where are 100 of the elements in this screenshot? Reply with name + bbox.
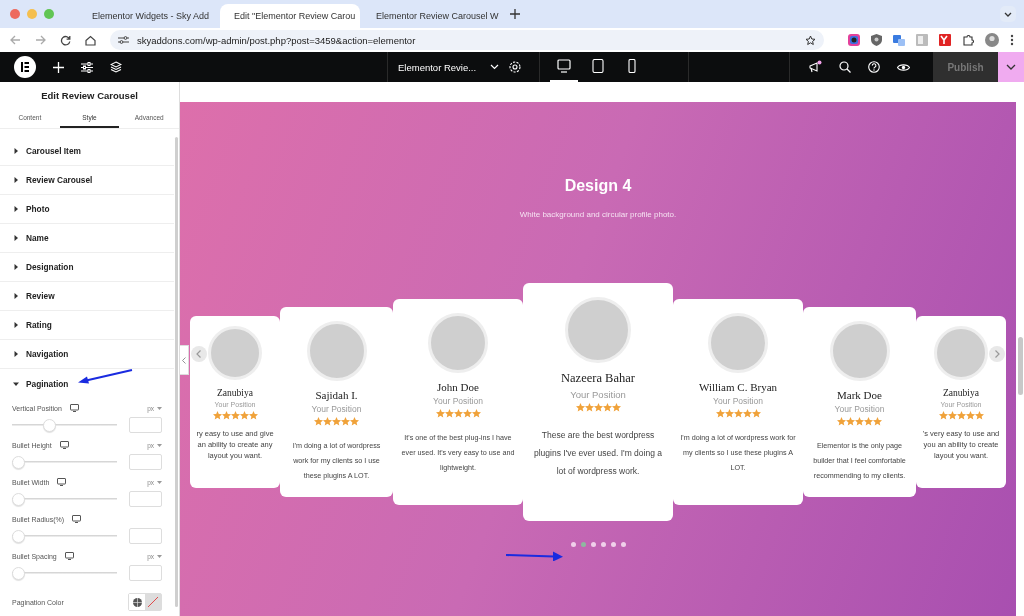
caret-icon — [13, 351, 19, 357]
reload-icon[interactable] — [60, 34, 71, 46]
add-icon[interactable] — [53, 61, 64, 73]
star-icon — [837, 417, 846, 426]
pagination-dot[interactable] — [620, 542, 626, 547]
shield-icon[interactable] — [871, 34, 882, 46]
number-input[interactable] — [129, 528, 162, 544]
star-icon — [221, 411, 231, 420]
next-arrow-button[interactable] — [989, 346, 1005, 362]
section-header[interactable]: Review Carousel — [0, 166, 174, 195]
megaphone-icon[interactable] — [808, 60, 822, 74]
slider-thumb[interactable] — [12, 492, 25, 506]
number-input[interactable] — [129, 454, 162, 470]
star-icon — [575, 403, 585, 412]
section-header[interactable]: Carousel Item — [0, 137, 174, 166]
caret-icon — [1006, 64, 1016, 70]
number-input[interactable] — [129, 565, 162, 581]
star-icon — [462, 409, 472, 418]
star-icon — [724, 409, 734, 418]
section-header[interactable]: Review — [0, 282, 174, 311]
section-heading: Design 4 — [564, 177, 632, 195]
tablet-icon — [591, 59, 606, 73]
slider-thumb[interactable] — [43, 418, 57, 432]
settings-sliders-icon[interactable] — [81, 61, 93, 73]
address-field[interactable]: skyaddons.com/wp-admin/post.php?post=3459&action=elementor — [110, 30, 824, 50]
chevron-left-icon — [182, 356, 186, 364]
star-icon — [230, 411, 240, 420]
reviewer-position: Your Position — [570, 389, 626, 400]
publish-options-button[interactable] — [998, 52, 1024, 82]
profile-photo-placeholder — [934, 326, 988, 380]
section-header[interactable]: Pagination — [0, 369, 174, 398]
search-icon[interactable] — [839, 61, 851, 73]
pagination-dot[interactable] — [570, 542, 576, 547]
layers-icon[interactable] — [110, 61, 122, 73]
more-menu-icon[interactable] — [1010, 34, 1014, 46]
desktop-icon[interactable] — [69, 404, 79, 412]
caret-icon — [157, 443, 162, 447]
star-icon — [239, 411, 249, 420]
star-icon — [611, 403, 621, 412]
star-icon — [314, 417, 323, 426]
collapse-panel-button[interactable] — [180, 345, 189, 375]
help-icon[interactable] — [868, 61, 880, 73]
slider-thumb[interactable] — [12, 455, 25, 469]
pagination-dot[interactable] — [580, 542, 586, 547]
color-picker-button[interactable] — [145, 594, 161, 610]
caret-icon — [157, 554, 162, 558]
preview-eye-icon[interactable] — [897, 62, 910, 72]
page-title-dropdown[interactable]: Elementor Revie... — [388, 61, 510, 73]
puzzle-icon[interactable] — [962, 34, 974, 46]
home-icon[interactable] — [85, 34, 96, 46]
section-header[interactable]: Rating — [0, 311, 174, 340]
settings-icon[interactable] — [509, 61, 522, 73]
panel-title: Edit Review Carousel — [40, 88, 139, 103]
pagination-dot[interactable] — [590, 542, 596, 547]
desktop-icon[interactable] — [72, 515, 82, 523]
number-input[interactable] — [129, 491, 162, 507]
caret-icon — [13, 293, 19, 299]
reviewer-name: Nazeera Bahar — [561, 371, 635, 386]
site-settings-icon[interactable] — [118, 35, 129, 45]
star-icon — [593, 403, 603, 412]
global-colors-button[interactable] — [129, 594, 145, 610]
previous-arrow-button[interactable] — [191, 346, 207, 362]
star-icon — [938, 411, 948, 420]
star-icon — [435, 409, 445, 418]
star-icon — [855, 417, 864, 426]
star-icon — [584, 403, 594, 412]
browser-tab[interactable]: Elementor Review Carousel W — [362, 4, 502, 28]
tab-list-icon[interactable] — [1000, 6, 1016, 22]
section-header[interactable]: Navigation — [0, 340, 174, 369]
star-icon — [471, 409, 481, 418]
avatar-icon[interactable] — [985, 33, 999, 47]
section-header[interactable]: Name — [0, 224, 174, 253]
desktop-icon[interactable] — [59, 441, 69, 449]
caret-icon — [13, 380, 19, 387]
number-input[interactable] — [129, 417, 162, 433]
bookmark-star-icon[interactable] — [805, 34, 816, 46]
reviewer-name: Sajidah I. — [315, 389, 358, 401]
browser-tab[interactable]: Edit "Elementor Review Carou — [220, 4, 360, 28]
reviewer-position: Your Position — [311, 404, 362, 414]
caret-icon — [13, 148, 19, 154]
reviewer-position: Your Position — [834, 404, 885, 414]
caret-icon — [157, 406, 162, 410]
browser-tab[interactable]: Elementor Widgets - Sky Add — [78, 4, 218, 28]
section-header[interactable]: Photo — [0, 195, 174, 224]
star-icon — [742, 409, 752, 418]
star-icon — [248, 411, 258, 420]
desktop-icon[interactable] — [57, 478, 67, 486]
reviewer-name: Mark Doe — [837, 389, 882, 401]
section-header[interactable]: Designation — [0, 253, 174, 282]
reviewer-name: Zanubiya — [217, 388, 253, 398]
elementor-logo-icon[interactable] — [14, 56, 36, 78]
slider-thumb[interactable] — [12, 566, 25, 580]
back-arrow-icon[interactable] — [10, 35, 21, 45]
extension-icon[interactable] — [848, 34, 860, 46]
slider-thumb[interactable] — [12, 529, 25, 543]
desktop-icon[interactable] — [64, 552, 74, 560]
pagination-dot[interactable] — [600, 542, 606, 547]
new-tab-icon[interactable] — [510, 9, 520, 19]
pagination-dot[interactable] — [610, 542, 616, 547]
forward-arrow-icon[interactable] — [35, 35, 46, 45]
